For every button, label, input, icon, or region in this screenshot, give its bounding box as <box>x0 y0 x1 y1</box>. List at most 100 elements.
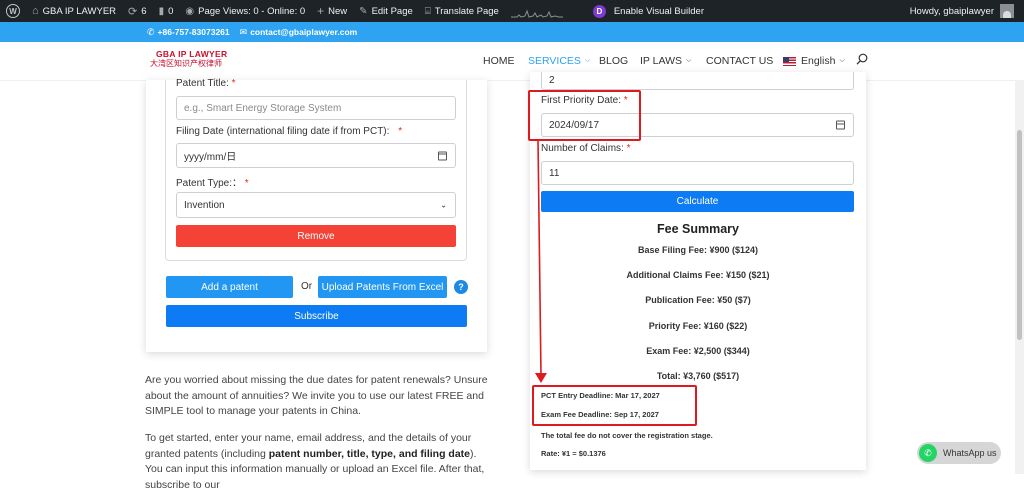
calculate-button[interactable]: Calculate <box>541 191 854 212</box>
email-address: contact@gbaiplawyer.com <box>250 27 358 37</box>
previous-number-input[interactable]: 2 <box>541 72 854 90</box>
page-views-label: Page Views: 0 - Online: 0 <box>198 5 306 17</box>
calendar-icon[interactable] <box>836 120 845 130</box>
nav-ip-laws[interactable]: IP LAWS ⌵ <box>640 55 691 67</box>
comments-count: 0 <box>168 5 174 17</box>
nav-services[interactable]: SERVICES ⌵ <box>528 55 590 67</box>
calendar-icon[interactable] <box>438 151 447 160</box>
help-icon[interactable]: ? <box>454 280 468 294</box>
chevron-down-icon: ⌄ <box>440 200 447 210</box>
add-patent-button[interactable]: Add a patent <box>166 276 293 298</box>
filing-date-input[interactable]: yyyy/mm/日 <box>176 143 456 168</box>
deadline-annotation-box <box>532 385 697 426</box>
chevron-down-icon: ⌵ <box>686 57 692 64</box>
nav-contact[interactable]: CONTACT US <box>706 55 773 67</box>
translate-page-label: Translate Page <box>434 5 499 17</box>
my-account-menu[interactable]: Howdy, gbaiplawyer <box>904 0 1024 22</box>
updates-menu[interactable]: ⟳ 6 <box>122 0 153 22</box>
annotation-arrow <box>535 139 547 383</box>
nav-home[interactable]: HOME <box>483 55 515 67</box>
envelope-icon: ✉ <box>239 26 248 37</box>
whatsapp-button[interactable]: ✆ WhatsApp us <box>917 442 1001 464</box>
patent-type-select[interactable]: Invention ⌄ <box>176 192 456 218</box>
comments-menu[interactable]: ▮ 0 <box>153 0 180 22</box>
patent-title-label-text: Patent Title: <box>176 78 229 89</box>
site-name-menu[interactable]: ⌂ GBA IP LAWYER <box>26 0 122 22</box>
updates-icon: ⟳ <box>128 5 138 18</box>
subscribe-label: Subscribe <box>294 310 339 322</box>
claims-input[interactable]: 11 <box>541 161 854 185</box>
patent-type-label: Patent Type:： * <box>176 174 249 189</box>
search-icon <box>856 53 868 65</box>
previous-number-value: 2 <box>549 75 555 86</box>
pencil-icon: ✎ <box>359 5 368 17</box>
visual-builder-label: Enable Visual Builder <box>613 5 704 17</box>
edit-page-label: Edit Page <box>371 5 413 17</box>
updates-count: 6 <box>141 5 147 17</box>
patent-type-label-text: Patent Type: <box>176 178 232 189</box>
divi-icon: D <box>592 4 606 18</box>
colon: ： <box>231 178 242 189</box>
new-content-menu[interactable]: + New <box>311 0 353 22</box>
nav-services-label: SERVICES <box>528 55 581 67</box>
upload-excel-label: Upload Patents From Excel <box>321 281 444 293</box>
remove-button[interactable]: Remove <box>176 225 456 247</box>
nav-ip-laws-label: IP LAWS <box>640 55 683 67</box>
page-views-menu[interactable]: ◉ Page Views: 0 - Online: 0 <box>179 0 311 22</box>
language-label: English <box>801 55 836 67</box>
whatsapp-icon: ✆ <box>919 444 937 462</box>
search-button[interactable] <box>856 53 868 65</box>
subscribe-button[interactable]: Subscribe <box>166 305 467 327</box>
fee-line-claims: Additional Claims Fee: ¥150 ($21) <box>626 270 770 280</box>
required-mark: * <box>231 78 236 89</box>
us-flag-icon <box>783 56 796 66</box>
whatsapp-label: WhatsApp us <box>943 448 997 458</box>
chevron-down-icon: ⌵ <box>839 57 845 64</box>
nav-blog[interactable]: BLOG <box>599 55 628 67</box>
required-mark: * <box>398 126 403 137</box>
nav-contact-label: CONTACT US <box>706 55 774 67</box>
instructions-paragraph: To get started, enter your name, email a… <box>145 431 489 493</box>
calculate-label: Calculate <box>676 196 719 207</box>
avatar <box>1000 4 1014 18</box>
patent-title-placeholder: e.g., Smart Energy Storage System <box>184 102 342 114</box>
patent-title-label: Patent Title: * <box>176 78 236 89</box>
visual-builder-menu[interactable]: D Enable Visual Builder <box>587 0 710 22</box>
nav-home-label: HOME <box>483 55 515 67</box>
page-scrollbar[interactable] <box>1015 80 1024 474</box>
fee-line-total: Total: ¥3,760 ($517) <box>656 371 740 381</box>
instructions-bold: patent number, title, type, and filing d… <box>268 447 471 460</box>
logo-line-1: GBA IP LAWYER <box>156 49 228 59</box>
intro-paragraph: Are you worried about missing the due da… <box>145 374 488 417</box>
wp-logo-menu[interactable]: W <box>0 0 26 22</box>
filing-date-label: Filing Date (international filing date i… <box>176 126 402 137</box>
contact-top-bar: ✆ +86-757-83073261 ✉ contact@gbaiplawyer… <box>0 22 1024 42</box>
help-icon-glyph: ? <box>458 282 464 292</box>
eye-icon: ◉ <box>185 5 195 17</box>
comment-icon: ▮ <box>158 5 165 17</box>
translate-page-menu[interactable]: ⌸ Translate Page <box>419 0 505 22</box>
site-logo[interactable]: GBA IP LAWYER 大湾区知识产权律师 <box>150 49 227 69</box>
fee-summary-title: Fee Summary <box>657 222 739 236</box>
stats-sparkline-icon[interactable] <box>510 4 563 18</box>
fee-line-publication: Publication Fee: ¥50 ($7) <box>645 295 751 305</box>
scrollbar-thumb[interactable] <box>1017 130 1022 340</box>
plus-icon: + <box>317 4 325 18</box>
patent-type-selected: Invention <box>184 199 225 211</box>
phone-link[interactable]: ✆ +86-757-83073261 <box>147 27 230 38</box>
language-switcher[interactable]: English ⌵ <box>783 55 845 67</box>
patent-title-input[interactable]: e.g., Smart Energy Storage System <box>176 96 456 120</box>
nav-blog-label: BLOG <box>599 55 629 67</box>
site-name-label: GBA IP LAWYER <box>42 5 117 17</box>
chevron-down-icon: ⌵ <box>584 57 591 64</box>
email-link[interactable]: ✉ contact@gbaiplawyer.com <box>240 27 358 38</box>
wordpress-icon: W <box>6 4 20 18</box>
remove-button-label: Remove <box>297 230 335 242</box>
add-patent-label: Add a patent <box>201 281 258 293</box>
fee-line-base: Base Filing Fee: ¥900 ($124) <box>637 245 759 255</box>
fee-line-priority: Priority Fee: ¥160 ($22) <box>648 321 748 331</box>
upload-excel-button[interactable]: Upload Patents From Excel <box>318 276 447 298</box>
edit-page-menu[interactable]: ✎ Edit Page <box>353 0 419 22</box>
howdy-label: Howdy, gbaiplawyer <box>909 5 994 17</box>
fee-note: The total fee do not cover the registrat… <box>541 431 713 440</box>
